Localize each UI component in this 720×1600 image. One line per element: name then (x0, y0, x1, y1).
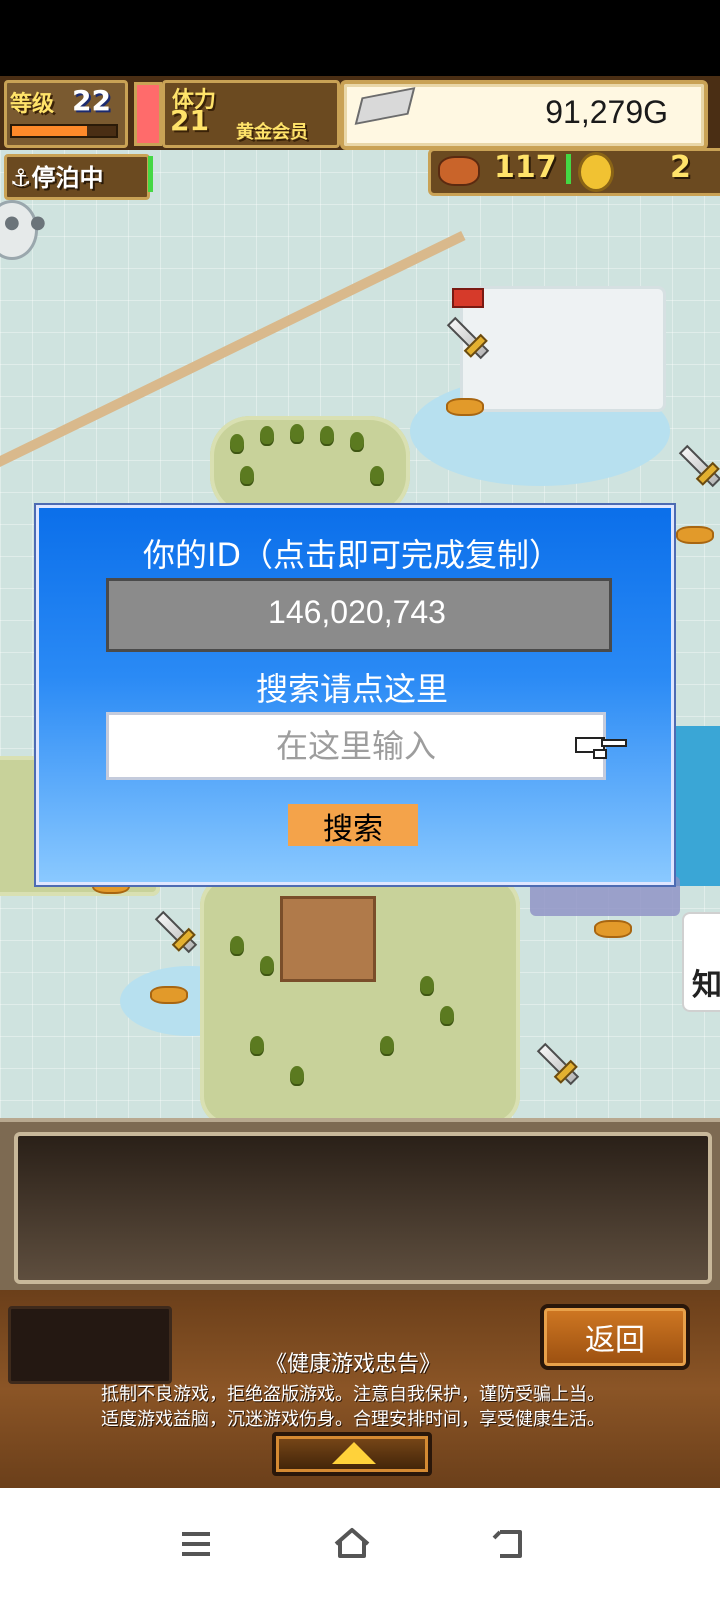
search-input[interactable] (106, 712, 606, 780)
tree (290, 424, 304, 442)
id-value[interactable]: 146,020,743 (106, 594, 608, 631)
pointing-hand-icon (575, 737, 627, 759)
food-indicator (566, 154, 571, 184)
food-value: 117 (494, 150, 557, 185)
docked-text: 停泊中 (31, 164, 104, 192)
system-nav-bar (0, 1488, 720, 1600)
tree (420, 976, 434, 994)
level-value: 22 (72, 84, 111, 117)
tree (260, 956, 274, 974)
dialog-title: 你的ID（点击即可完成复制） (142, 536, 562, 574)
tree (260, 426, 274, 444)
camp-icon[interactable] (594, 920, 632, 938)
tree (240, 466, 254, 484)
rock-formation (280, 896, 376, 982)
camp-icon[interactable] (150, 986, 188, 1004)
up-arrow-icon (332, 1442, 376, 1464)
sword-icon[interactable] (154, 910, 198, 954)
camp-icon[interactable] (446, 398, 484, 416)
tree (440, 1006, 454, 1024)
side-card-text: 知 (692, 968, 720, 1003)
sword-icon[interactable] (678, 444, 720, 488)
tree (370, 466, 384, 484)
home-icon (334, 1528, 370, 1558)
tree (320, 426, 334, 444)
nav-back-button[interactable] (480, 1514, 540, 1574)
tree (380, 1036, 394, 1054)
back-icon (492, 1530, 522, 1558)
tree (230, 936, 244, 954)
docked-indicator (148, 156, 153, 192)
search-button[interactable]: 搜索 (288, 804, 418, 847)
coin-value: 2 (670, 150, 691, 185)
docked-label: ⚓停泊中 (10, 164, 104, 192)
gold-value: 91,279G (545, 94, 668, 130)
meat-icon (438, 156, 480, 186)
tree (350, 432, 364, 450)
health-notice-line: 适度游戏益脑，沉迷游戏伤身。合理安排时间，享受健康生活。 (101, 1409, 605, 1430)
tree (290, 1066, 304, 1084)
nav-home-button[interactable] (322, 1514, 382, 1574)
camp-icon[interactable] (676, 526, 714, 544)
stamina-gauge (134, 82, 162, 146)
chat-dots: ● ● (4, 212, 48, 233)
water-tiles (668, 726, 720, 886)
status-bar (0, 0, 720, 76)
member-label: 黄金会员 (236, 122, 308, 143)
nav-menu-button[interactable] (166, 1514, 226, 1574)
health-notice-title: 《健康游戏忠告》 (264, 1352, 441, 1377)
coin-icon (578, 152, 614, 192)
level-progress-fill (12, 126, 87, 136)
level-label: 等级 (10, 92, 55, 117)
menu-icon (182, 1532, 210, 1556)
message-panel-inner (14, 1132, 712, 1284)
flag-icon (452, 288, 484, 308)
stamina-value: 21 (170, 104, 209, 137)
tree (230, 434, 244, 452)
sword-icon[interactable] (536, 1042, 580, 1086)
snow-island[interactable] (460, 286, 666, 412)
health-notice-line: 抵制不良游戏，拒绝盗版游戏。注意自我保护，谨防受骗上当。 (101, 1384, 605, 1405)
tree (250, 1036, 264, 1054)
search-hint: 搜索请点这里 (255, 670, 448, 708)
